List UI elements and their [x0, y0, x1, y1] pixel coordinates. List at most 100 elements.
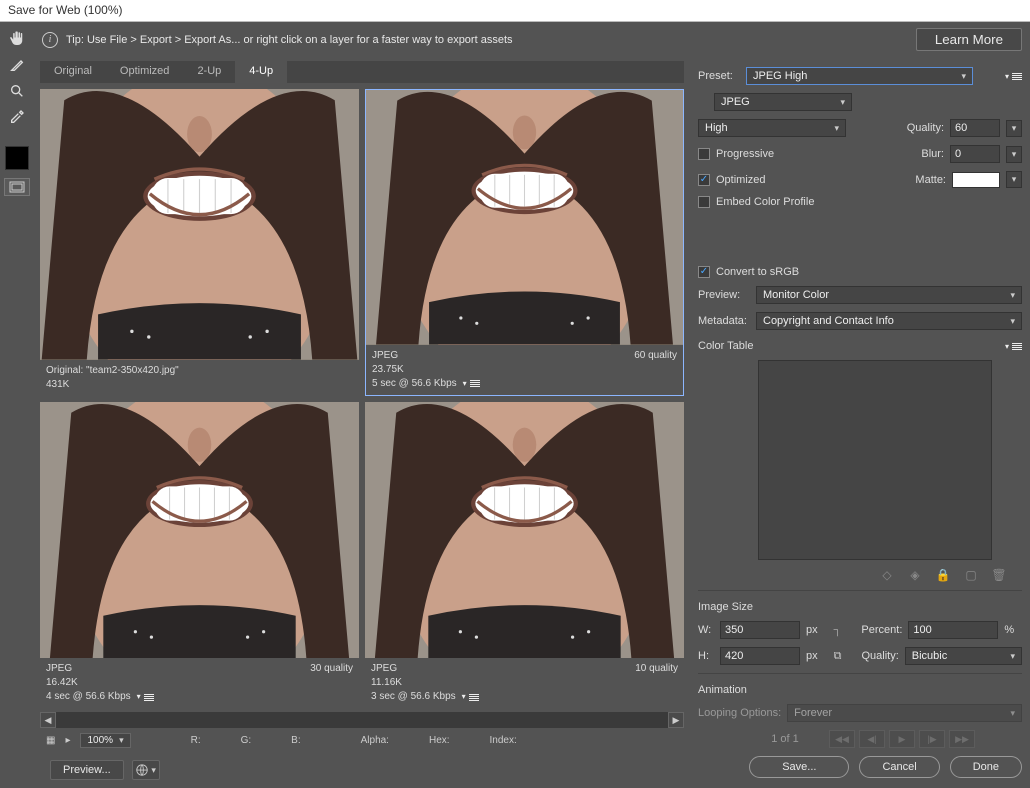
- percent-input[interactable]: [908, 621, 998, 639]
- slice-tool-icon[interactable]: [4, 54, 30, 76]
- preset-menu-icon[interactable]: [1005, 72, 1022, 81]
- anim-first-icon: ◀◀: [829, 730, 855, 748]
- cancel-button[interactable]: Cancel: [859, 756, 939, 778]
- preview-menu-icon[interactable]: [462, 690, 479, 704]
- done-button[interactable]: Done: [950, 756, 1022, 778]
- tip-text: Tip: Use File > Export > Export As... or…: [66, 34, 513, 46]
- grid-toggle-icon[interactable]: ▦: [46, 735, 55, 746]
- preview-format: JPEG: [371, 662, 479, 676]
- preview-speed: 4 sec @ 56.6 Kbps: [46, 690, 154, 704]
- anim-next-icon: |▶: [919, 730, 945, 748]
- horizontal-scrollbar[interactable]: ◀ ▶: [40, 712, 684, 728]
- preview-cell-3[interactable]: JPEG11.16K3 sec @ 56.6 Kbps10 quality: [365, 402, 684, 709]
- color-table-title: Color Table: [698, 340, 753, 352]
- quality-level-select[interactable]: High▾: [698, 119, 846, 137]
- learn-more-button[interactable]: Learn More: [916, 28, 1022, 51]
- preset-label: Preset:: [698, 70, 740, 82]
- quality-stepper[interactable]: ▾: [1006, 120, 1022, 137]
- animation-title: Animation: [698, 684, 747, 696]
- resize-quality-select[interactable]: Bicubic▾: [905, 647, 1022, 665]
- resize-quality-label: Quality:: [861, 650, 898, 662]
- status-r: R:: [191, 735, 201, 746]
- tab-original[interactable]: Original: [40, 61, 106, 83]
- progressive-checkbox[interactable]: [698, 148, 710, 160]
- preview-speed: 5 sec @ 56.6 Kbps: [372, 377, 480, 391]
- toggle-slices-icon[interactable]: [4, 178, 30, 196]
- convert-srgb-checkbox[interactable]: [698, 266, 710, 278]
- preview-quality: 10 quality: [635, 662, 678, 704]
- ct-action-1-icon[interactable]: ◇: [880, 568, 894, 582]
- embed-profile-checkbox[interactable]: [698, 196, 710, 208]
- preview-format: Original: "team2-350x420.jpg": [46, 364, 179, 378]
- preview-format: JPEG: [372, 349, 480, 363]
- zoom-tool-icon[interactable]: [4, 80, 30, 102]
- browser-preview-icon[interactable]: ▾: [132, 760, 160, 780]
- preview-button[interactable]: Preview...: [50, 760, 124, 780]
- preview-cell-2[interactable]: JPEG16.42K4 sec @ 56.6 Kbps30 quality: [40, 402, 359, 709]
- preview-size: 23.75K: [372, 363, 480, 377]
- preview-image[interactable]: [365, 402, 684, 659]
- hand-tool-icon[interactable]: [4, 28, 30, 50]
- matte-swatch[interactable]: [952, 172, 1000, 188]
- preview-image[interactable]: [366, 90, 683, 345]
- ct-delete-icon[interactable]: 🗑: [992, 568, 1006, 582]
- tab-optimized[interactable]: Optimized: [106, 61, 184, 83]
- preview-mode-label: Preview:: [698, 289, 750, 301]
- blur-stepper[interactable]: ▾: [1006, 146, 1022, 163]
- preview-speed: 3 sec @ 56.6 Kbps: [371, 690, 479, 704]
- preview-tabs: Original Optimized 2-Up 4-Up: [40, 61, 684, 83]
- tab-2up[interactable]: 2-Up: [183, 61, 235, 83]
- looping-select: Forever▾: [787, 704, 1022, 722]
- blur-input[interactable]: [950, 145, 1000, 163]
- optimized-checkbox[interactable]: [698, 174, 710, 186]
- preview-cell-0[interactable]: Original: "team2-350x420.jpg"431K: [40, 89, 359, 396]
- width-input[interactable]: [720, 621, 800, 639]
- optimized-label: Optimized: [716, 174, 766, 186]
- quality-input[interactable]: [950, 119, 1000, 137]
- percent-label: Percent:: [861, 624, 902, 636]
- status-hex: Hex:: [429, 735, 450, 746]
- preset-select[interactable]: JPEG High▾: [746, 67, 973, 85]
- height-label: H:: [698, 650, 714, 662]
- preview-size: 16.42K: [46, 676, 154, 690]
- tool-column: [0, 22, 34, 755]
- metadata-label: Metadata:: [698, 315, 750, 327]
- bottom-action-bar: Preview... ▾: [40, 752, 684, 788]
- scroll-left-button[interactable]: ◀: [40, 712, 56, 728]
- preview-menu-icon[interactable]: [463, 377, 480, 391]
- blur-label: Blur:: [921, 148, 944, 160]
- ct-new-icon[interactable]: ▢: [964, 568, 978, 582]
- save-button[interactable]: Save...: [749, 756, 849, 778]
- convert-srgb-label: Convert to sRGB: [716, 266, 799, 278]
- percent-unit: %: [1004, 624, 1014, 636]
- zoom-select[interactable]: 100%▾: [80, 733, 130, 748]
- eyedropper-tool-icon[interactable]: [4, 106, 30, 128]
- status-b: B:: [291, 735, 300, 746]
- image-size-title: Image Size: [698, 601, 753, 613]
- preview-image[interactable]: [40, 402, 359, 659]
- preview-image[interactable]: [40, 89, 359, 360]
- tab-4up[interactable]: 4-Up: [235, 61, 287, 83]
- color-table-menu-icon[interactable]: [1005, 342, 1022, 351]
- format-select[interactable]: JPEG▾: [714, 93, 852, 111]
- matte-label: Matte:: [915, 174, 946, 186]
- ct-lock-icon[interactable]: 🔒: [936, 568, 950, 582]
- metadata-select[interactable]: Copyright and Contact Info▾: [756, 312, 1022, 330]
- settings-panel: Preset: JPEG High▾ JPEG▾ High▾ Quality: …: [690, 57, 1030, 788]
- matte-stepper[interactable]: ▾: [1006, 171, 1022, 188]
- embed-profile-label: Embed Color Profile: [716, 196, 814, 208]
- color-table-box: [758, 360, 992, 560]
- anim-prev-icon: ◀|: [859, 730, 885, 748]
- status-index: Index:: [490, 735, 517, 746]
- color-swatch[interactable]: [5, 146, 29, 170]
- link-icon[interactable]: ⧉: [834, 650, 842, 663]
- preview-toggle-icon[interactable]: ▸: [65, 735, 70, 746]
- tip-bar: i Tip: Use File > Export > Export As... …: [34, 22, 1030, 57]
- preview-menu-icon[interactable]: [137, 690, 154, 704]
- preview-mode-select[interactable]: Monitor Color▾: [756, 286, 1022, 304]
- ct-action-2-icon[interactable]: ◈: [908, 568, 922, 582]
- preview-cell-1[interactable]: JPEG23.75K5 sec @ 56.6 Kbps60 quality: [365, 89, 684, 396]
- preview-quality: 30 quality: [310, 662, 353, 704]
- height-input[interactable]: [720, 647, 800, 665]
- scroll-right-button[interactable]: ▶: [668, 712, 684, 728]
